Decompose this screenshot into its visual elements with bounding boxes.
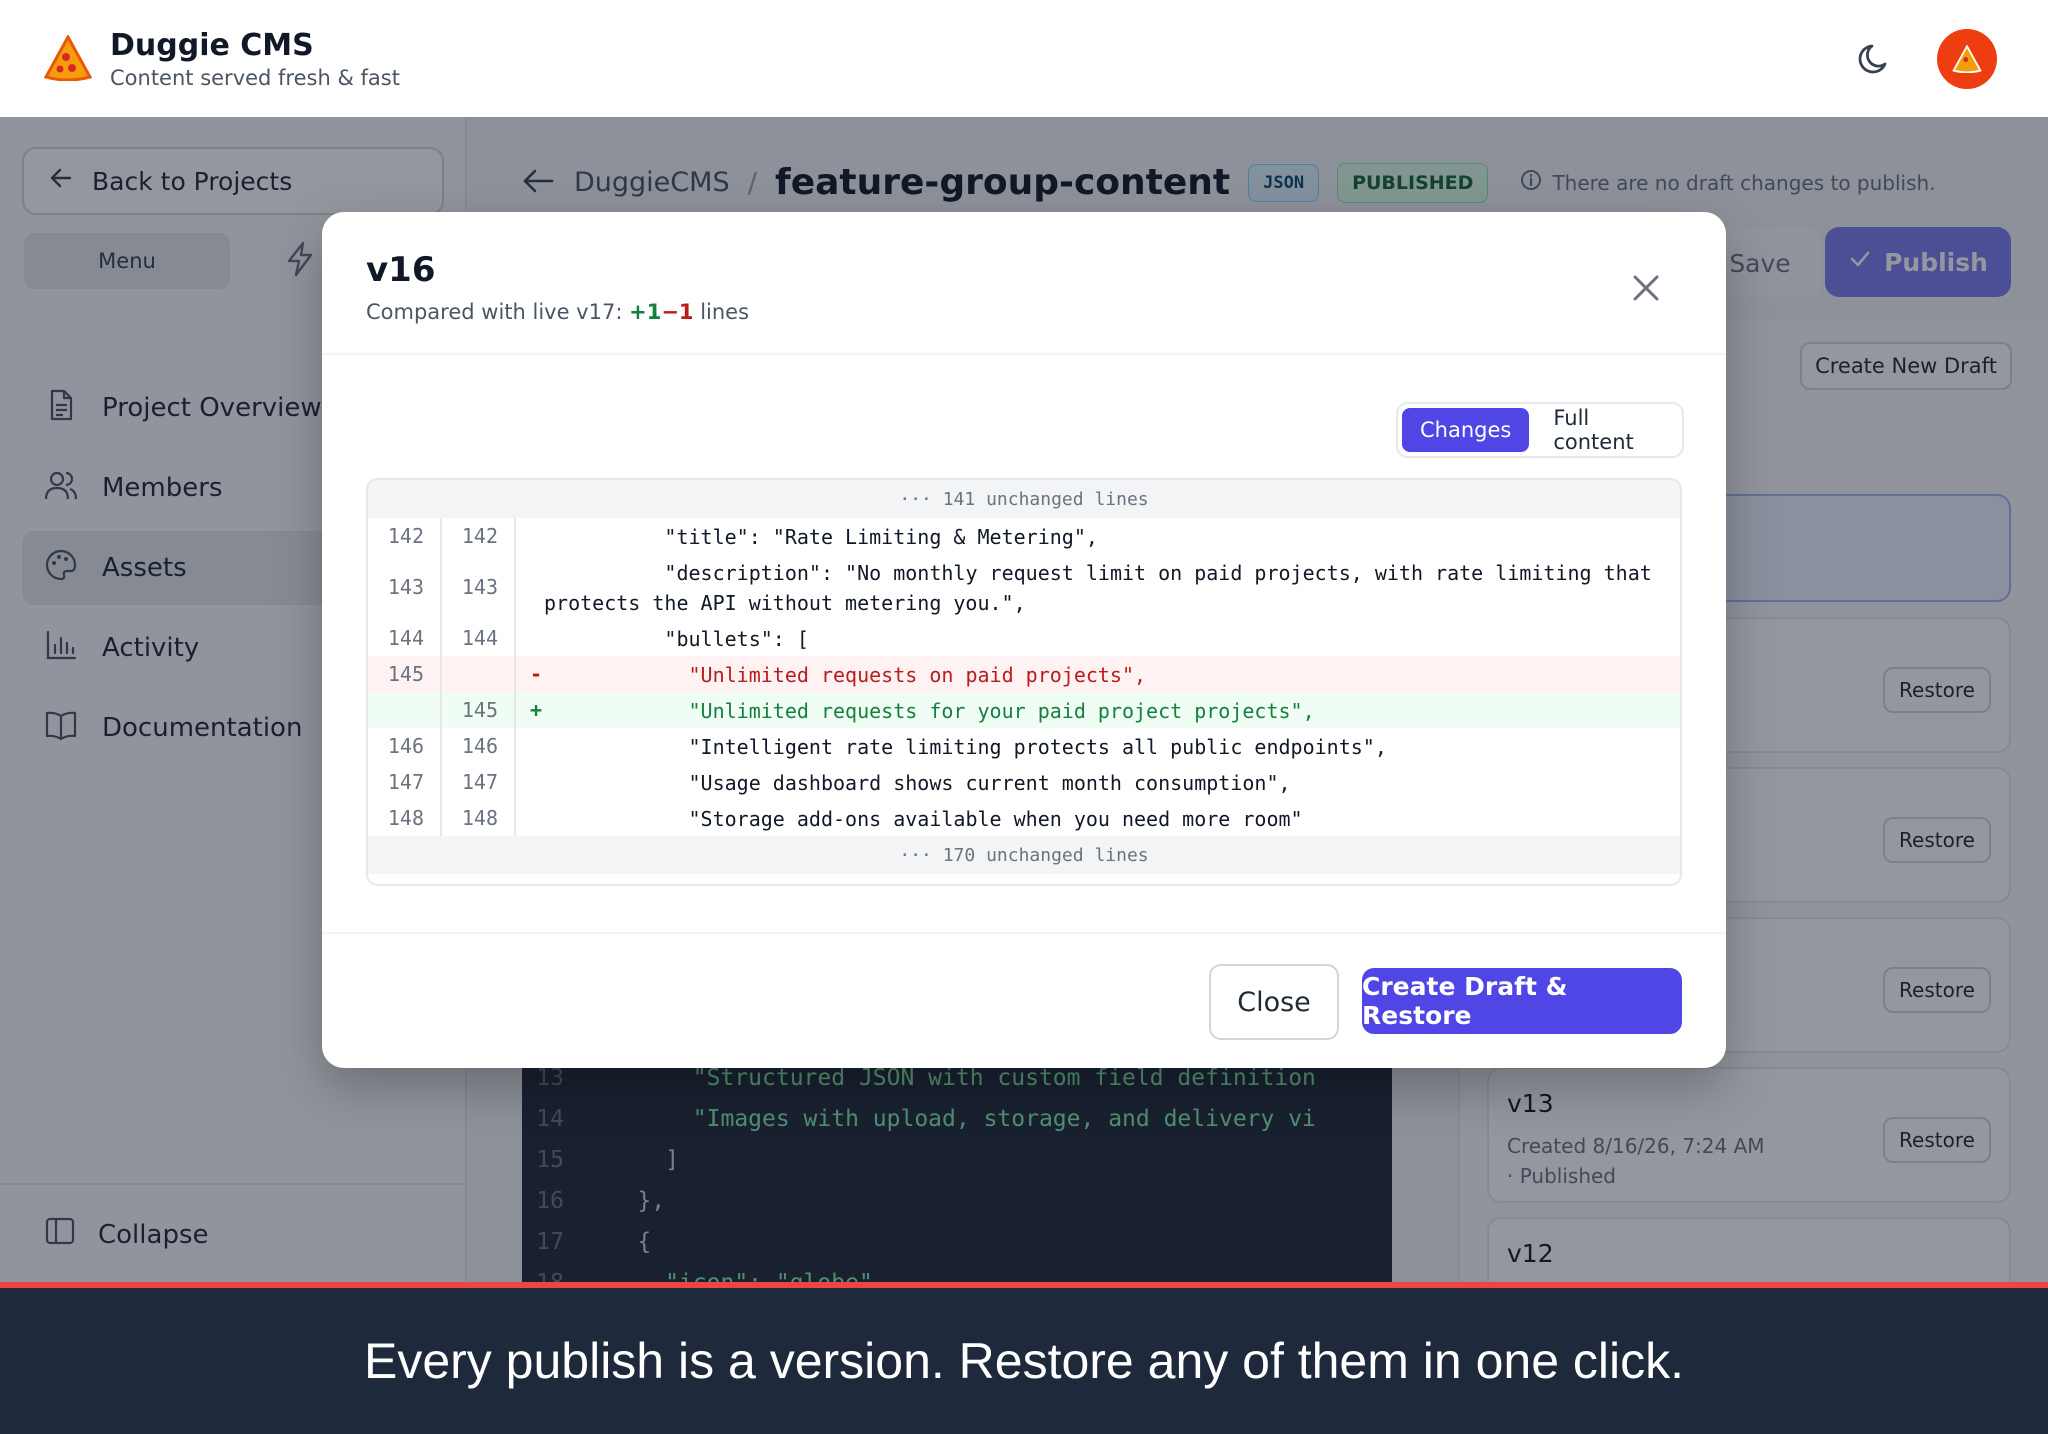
diff-row: 148 148 "Storage add-ons available when … [368, 800, 1680, 836]
diff-view: ··· 141 unchanged lines 142 142 "title":… [366, 478, 1682, 886]
dialog-header: v16 Compared with live v17: +1−1 lines [322, 212, 1726, 355]
dialog-title: v16 [366, 250, 436, 290]
diff-row-added: 145 + "Unlimited requests for your paid … [368, 692, 1680, 728]
removed-count: −1 [661, 300, 694, 324]
brand[interactable]: Duggie CMS Content served fresh & fast [43, 28, 400, 92]
user-avatar[interactable] [1937, 29, 1997, 89]
create-draft-restore-button[interactable]: Create Draft & Restore [1362, 968, 1682, 1034]
dark-mode-moon-icon[interactable] [1855, 38, 1895, 82]
dialog-footer: Close Create Draft & Restore [322, 932, 1726, 1068]
version-compare-dialog: v16 Compared with live v17: +1−1 lines C… [322, 212, 1726, 1068]
brand-title: Duggie CMS [110, 28, 314, 63]
caption-banner: Every publish is a version. Restore any … [0, 1282, 2048, 1434]
top-header: Duggie CMS Content served fresh & fast [0, 0, 2048, 117]
diff-row: 142 142 "title": "Rate Limiting & Meteri… [368, 518, 1680, 554]
diff-row: 143 143 "description": "No monthly reque… [368, 554, 1680, 620]
diff-row-removed: 145 - "Unlimited requests on paid projec… [368, 656, 1680, 692]
dialog-subtitle: Compared with live v17: +1−1 lines [366, 300, 750, 324]
close-icon[interactable] [1630, 272, 1662, 308]
unchanged-lines-collapsed[interactable]: ··· 170 unchanged lines [368, 836, 1680, 874]
diff-row: 144 144 "bullets": [ [368, 620, 1680, 656]
brand-subtitle: Content served fresh & fast [110, 66, 400, 90]
pizza-logo-icon [43, 33, 93, 85]
close-button[interactable]: Close [1209, 964, 1339, 1040]
tab-changes[interactable]: Changes [1402, 408, 1530, 452]
tab-full-content[interactable]: Full content [1535, 406, 1678, 454]
view-toggle: Changes Full content [1396, 402, 1684, 458]
added-count: +1 [629, 300, 662, 324]
diff-row: 146 146 "Intelligent rate limiting prote… [368, 728, 1680, 764]
unchanged-lines-collapsed[interactable]: ··· 141 unchanged lines [368, 480, 1680, 518]
caption-text: Every publish is a version. Restore any … [363, 1333, 1685, 1389]
diff-row: 147 147 "Usage dashboard shows current m… [368, 764, 1680, 800]
